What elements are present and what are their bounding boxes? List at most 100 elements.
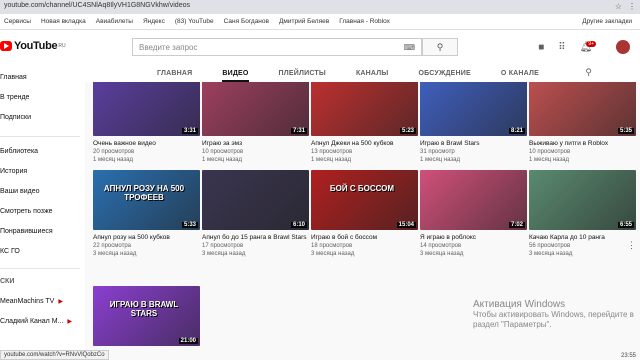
duration-badge: 6:10 <box>290 222 307 228</box>
tab-playlists[interactable]: ПЛЕЙЛИСТЫ <box>279 70 326 77</box>
video-thumbnail[interactable]: 8:21 <box>420 82 527 136</box>
tab-videos[interactable]: ВИДЕО <box>222 70 249 82</box>
sidebar-item-trending[interactable]: В тренде <box>0 94 29 101</box>
bookmark-item[interactable]: Главная - Roblox <box>339 18 390 25</box>
video-thumbnail[interactable]: 3:31 <box>93 82 200 136</box>
video-thumbnail[interactable]: 6:55 <box>529 170 636 230</box>
bookmark-item[interactable]: Сервисы <box>4 18 31 25</box>
view-count: 18 просмотров <box>311 243 353 249</box>
logo-region: RU <box>58 43 66 49</box>
notifications-icon[interactable]: 🔔︎9+ <box>580 40 602 53</box>
video-title[interactable]: Качаю Карла до 10 ранга <box>529 234 636 242</box>
view-count: 13 просмотров <box>311 149 353 155</box>
video-card[interactable]: 5:35 Выживаю у питги в Roblox 10 просмотро… <box>529 82 636 164</box>
sidebar-item-library[interactable]: Библиотека <box>0 148 38 155</box>
video-card[interactable]: 3:31 Очень важное видео 20 просмотров 1 мес… <box>93 82 200 164</box>
sidebar: Главная В тренде Подписки Библиотека Ист… <box>0 64 85 360</box>
video-title[interactable]: Очень важное видео <box>93 140 200 148</box>
duration-badge: 21:00 <box>178 338 198 344</box>
live-icon: ▶ <box>67 319 72 325</box>
sidebar-item-home[interactable]: Главная <box>0 74 27 81</box>
tab-channels[interactable]: КАНАЛЫ <box>356 70 389 77</box>
upload-age: 3 месяца назад <box>311 251 355 257</box>
video-thumbnail[interactable]: 6:10 <box>202 170 309 230</box>
sidebar-item-watch-later[interactable]: Смотреть позже <box>0 208 53 215</box>
view-count: 17 просмотров <box>202 243 244 249</box>
video-title[interactable]: Апнул бо до 15 ранга в Brawl Stars <box>202 234 309 242</box>
sub-name: Сладкий Канал М... <box>0 318 64 325</box>
video-card[interactable]: 5:23 Апнул Джеки на 500 кубков 13 просмотр… <box>311 82 418 164</box>
video-thumbnail[interactable]: 5:23 <box>311 82 418 136</box>
duration-badge: 5:33 <box>181 222 198 228</box>
menu-icon[interactable]: ⋮ <box>628 2 636 11</box>
bookmark-item[interactable]: Яндекс <box>143 18 165 25</box>
video-thumbnail[interactable]: АПНУЛ РОЗУ НА 500 ТРОФЕЕВ 5:33 <box>93 170 200 230</box>
video-title[interactable]: Апнул Джеки на 500 кубков <box>311 140 418 148</box>
bookmark-item[interactable]: Новая вкладка <box>41 18 86 25</box>
tab-discussion[interactable]: ОБСУЖДЕНИЕ <box>418 70 470 77</box>
video-thumbnail[interactable]: 7:02 <box>420 170 527 230</box>
sidebar-item-history[interactable]: История <box>0 168 27 175</box>
video-thumbnail[interactable]: 7:31 <box>202 82 309 136</box>
create-video-icon[interactable]: ■ <box>538 42 544 53</box>
star-icon[interactable]: ☆ <box>615 2 622 11</box>
video-title[interactable]: Играю за эмз <box>202 140 309 148</box>
activation-text: Чтобы активировать Windows, перейдите в <box>473 310 634 319</box>
bookmark-item[interactable]: Авиабилеты <box>96 18 133 25</box>
thumbnail-caption: АПНУЛ РОЗУ НА 500 ТРОФЕЕВ <box>103 184 185 202</box>
other-bookmarks[interactable]: Другие закладки <box>582 18 640 25</box>
youtube-logo[interactable]: YouTube RU <box>0 40 66 52</box>
duration-badge: 5:23 <box>399 128 416 134</box>
video-card[interactable]: 7:02 Я играю в роблокс 14 просмотров 3 меся… <box>420 170 527 258</box>
video-thumbnail[interactable]: ИГРАЮ В BRAWL STARS 21:00 <box>93 286 200 346</box>
video-card[interactable]: 6:55 Качаю Карла до 10 ранга 56 просмотров… <box>529 170 636 258</box>
view-count: 56 просмотров <box>529 243 571 249</box>
video-card[interactable]: БОЙ С БОССОМ 15:04 Играю в бой с боссом 18 … <box>311 170 418 258</box>
more-options-icon[interactable]: ⋮ <box>627 240 636 251</box>
video-card[interactable]: АПНУЛ РОЗУ НА 500 ТРОФЕЕВ 5:33 Апнул розу … <box>93 170 200 258</box>
video-title[interactable]: Апнул розу на 500 кубков <box>93 234 200 242</box>
search-placeholder: Введите запрос <box>139 43 198 52</box>
search-icon: ⚲ <box>436 42 444 52</box>
sidebar-item-liked[interactable]: Понравившиеся <box>0 228 53 235</box>
tab-about[interactable]: О КАНАЛЕ <box>501 70 539 77</box>
sidebar-divider <box>0 268 80 269</box>
view-count: 20 просмотров <box>93 149 135 155</box>
bookmarks-bar: Сервисы Новая вкладка Авиабилеты Яндекс … <box>0 14 640 30</box>
video-thumbnail[interactable]: 5:35 <box>529 82 636 136</box>
bookmark-item[interactable]: Саня Богданов <box>224 18 269 25</box>
channel-tabs: ГЛАВНАЯ ВИДЕО ПЛЕЙЛИСТЫ КАНАЛЫ ОБСУЖДЕНИ… <box>85 64 640 82</box>
video-card[interactable]: 8:21 Играю в Brawl Stars 31 просмотр 1 меся… <box>420 82 527 164</box>
video-card[interactable]: 6:10 Апнул бо до 15 ранга в Brawl Stars 17… <box>202 170 309 258</box>
video-title[interactable]: Выживаю у питги в Roblox <box>529 140 636 148</box>
video-thumbnail[interactable]: БОЙ С БОССОМ 15:04 <box>311 170 418 230</box>
sidebar-sub-item[interactable]: MeanMachins TV ▶ <box>0 298 63 305</box>
youtube-header: YouTube RU Введите запрос ⌨ ⚲ ■ ⠿ 🔔︎9+ <box>0 30 640 64</box>
keyboard-icon[interactable]: ⌨ <box>403 43 415 52</box>
video-title[interactable]: Я играю в роблокс <box>420 234 527 242</box>
duration-badge: 5:35 <box>617 128 634 134</box>
sidebar-item-playlist[interactable]: КС ГО <box>0 248 20 255</box>
avatar[interactable] <box>616 40 630 54</box>
video-title[interactable]: Играю в бой с боссом <box>311 234 418 242</box>
channel-search-icon[interactable]: ⚲ <box>585 67 592 78</box>
sidebar-item-your-videos[interactable]: Ваши видео <box>0 188 40 195</box>
tab-home[interactable]: ГЛАВНАЯ <box>157 70 192 77</box>
view-count: 31 просмотр <box>420 149 455 155</box>
upload-age: 1 месяц назад <box>202 157 242 163</box>
video-card[interactable]: ИГРАЮ В BRAWL STARS 21:00 <box>93 286 200 346</box>
sidebar-sub-item[interactable]: Сладкий Канал М... ▶ <box>0 318 72 325</box>
video-card[interactable]: 7:31 Играю за эмз 10 просмотров 1 месяц наз… <box>202 82 309 164</box>
search-button[interactable]: ⚲ <box>422 38 458 56</box>
search-input[interactable]: Введите запрос ⌨ <box>132 38 422 56</box>
activation-text: раздел "Параметры". <box>473 320 552 329</box>
bookmark-item[interactable]: (83) YouTube <box>175 18 214 25</box>
url-field[interactable]: youtube.com/channel/UC4SNlAq8IlyVH1G8NGV… <box>4 2 190 9</box>
header-actions: ■ ⠿ 🔔︎9+ <box>538 40 630 54</box>
video-title[interactable]: Играю в Brawl Stars <box>420 140 527 148</box>
sidebar-item-subscriptions[interactable]: Подписки <box>0 114 31 121</box>
bookmark-item[interactable]: Дмитрий Беляев <box>279 18 329 25</box>
view-count: 22 просмотра <box>93 243 132 249</box>
apps-grid-icon[interactable]: ⠿ <box>558 42 565 53</box>
duration-badge: 3:31 <box>181 128 198 134</box>
